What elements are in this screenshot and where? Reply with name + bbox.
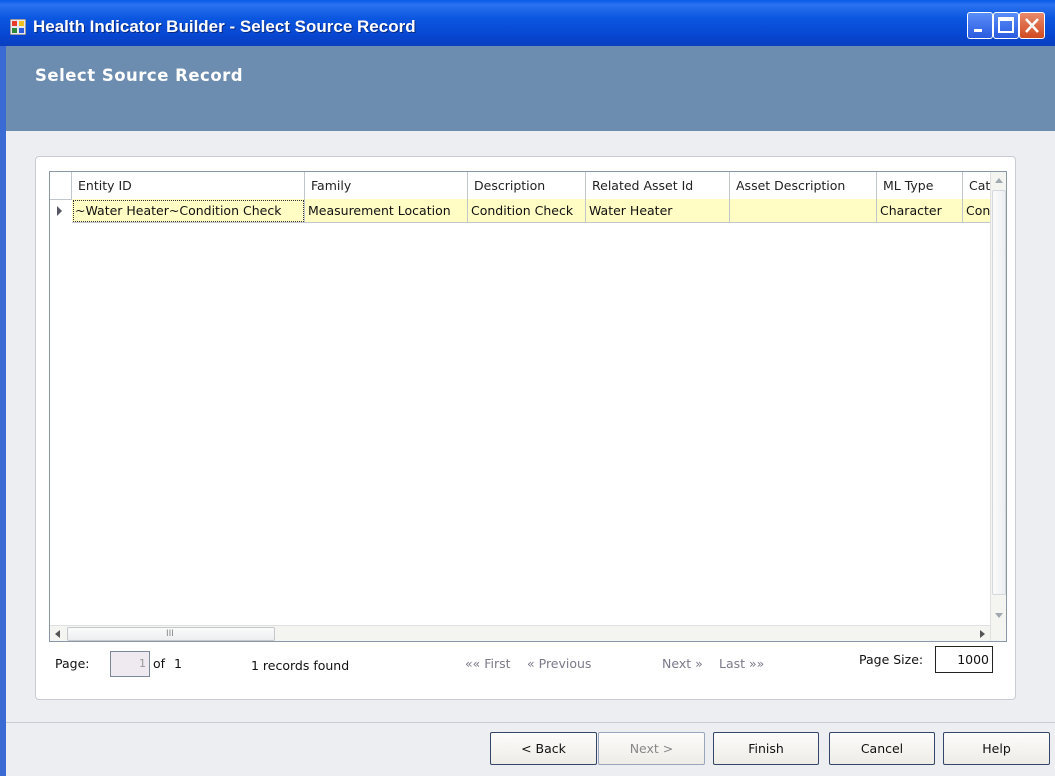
scroll-left-button[interactable]: [50, 626, 66, 641]
records-found-label: 1 records found: [251, 658, 350, 673]
column-header-related-asset-id[interactable]: Related Asset Id: [586, 172, 730, 199]
finish-button[interactable]: Finish: [713, 732, 819, 765]
cell-description[interactable]: Condition Check: [468, 199, 586, 223]
title-bar[interactable]: Health Indicator Builder - Select Source…: [0, 0, 1055, 46]
arrow-down-icon: [995, 613, 1003, 618]
close-button[interactable]: [1019, 12, 1045, 39]
help-button[interactable]: Help: [943, 732, 1050, 765]
page-title: Select Source Record: [35, 66, 244, 85]
cancel-button[interactable]: Cancel: [829, 732, 935, 765]
scroll-up-button[interactable]: [991, 172, 1006, 188]
grip-icon: III: [166, 629, 174, 639]
application-window: Health Indicator Builder - Select Source…: [0, 0, 1055, 776]
column-header-asset-description[interactable]: Asset Description: [730, 172, 877, 199]
column-header-category[interactable]: Cate: [963, 172, 990, 199]
footer-divider: [6, 722, 1055, 723]
app-icon: [10, 19, 26, 35]
dialog-body: Select Source Record Entity ID Family De…: [6, 46, 1055, 776]
arrow-left-icon: [55, 630, 60, 638]
total-pages: 1: [174, 656, 182, 671]
scroll-right-button[interactable]: [974, 626, 990, 641]
page-size-label: Page Size:: [859, 652, 924, 667]
close-icon: [1025, 18, 1039, 33]
horizontal-scrollbar[interactable]: III: [50, 625, 990, 641]
row-indicator-arrow-icon: [50, 199, 73, 223]
first-page-link[interactable]: «« First: [465, 656, 511, 671]
scroll-down-button[interactable]: [991, 607, 1006, 623]
cell-family[interactable]: Measurement Location: [305, 199, 468, 223]
maximize-button[interactable]: [993, 12, 1019, 39]
pager: Page: 1 of 1 1 records found «« First « …: [49, 645, 1005, 681]
window-title: Health Indicator Builder - Select Source…: [33, 17, 416, 36]
grid-header: Entity ID Family Description Related Ass…: [50, 172, 990, 200]
cell-asset-description[interactable]: [730, 199, 877, 223]
arrow-up-icon: [995, 178, 1003, 183]
row-header-corner: [50, 172, 72, 199]
cell-related-asset-id[interactable]: Water Heater: [586, 199, 730, 223]
horizontal-scroll-thumb[interactable]: III: [67, 627, 275, 641]
minimize-icon: [974, 29, 982, 32]
page-label: Page:: [55, 656, 90, 671]
table-row[interactable]: ~Water Heater~Condition Check Measuremen…: [50, 199, 990, 223]
header-band: Select Source Record: [6, 46, 1055, 131]
back-button[interactable]: < Back: [490, 732, 597, 765]
of-label: of: [153, 656, 166, 671]
minimize-button[interactable]: [967, 12, 993, 39]
maximize-icon: [998, 17, 1014, 33]
column-header-ml-type[interactable]: ML Type: [877, 172, 963, 199]
column-header-description[interactable]: Description: [468, 172, 586, 199]
records-grid[interactable]: Entity ID Family Description Related Ass…: [49, 171, 1007, 642]
grid-panel: Entity ID Family Description Related Ass…: [35, 156, 1016, 700]
next-button[interactable]: Next >: [598, 732, 705, 765]
arrow-right-icon: [980, 630, 985, 638]
vertical-scrollbar[interactable]: [990, 172, 1006, 641]
cell-ml-type[interactable]: Character: [877, 199, 963, 223]
cell-category[interactable]: Conc: [963, 199, 990, 223]
previous-page-link[interactable]: « Previous: [527, 656, 591, 671]
vertical-scroll-thumb[interactable]: [992, 190, 1006, 595]
next-page-link[interactable]: Next »: [662, 656, 703, 671]
page-size-input[interactable]: 1000: [935, 646, 993, 673]
page-number-input[interactable]: 1: [110, 651, 150, 677]
column-header-family[interactable]: Family: [305, 172, 468, 199]
cell-entity-id[interactable]: ~Water Heater~Condition Check: [72, 199, 305, 223]
column-header-entity-id[interactable]: Entity ID: [72, 172, 305, 199]
last-page-link[interactable]: Last »»: [719, 656, 764, 671]
